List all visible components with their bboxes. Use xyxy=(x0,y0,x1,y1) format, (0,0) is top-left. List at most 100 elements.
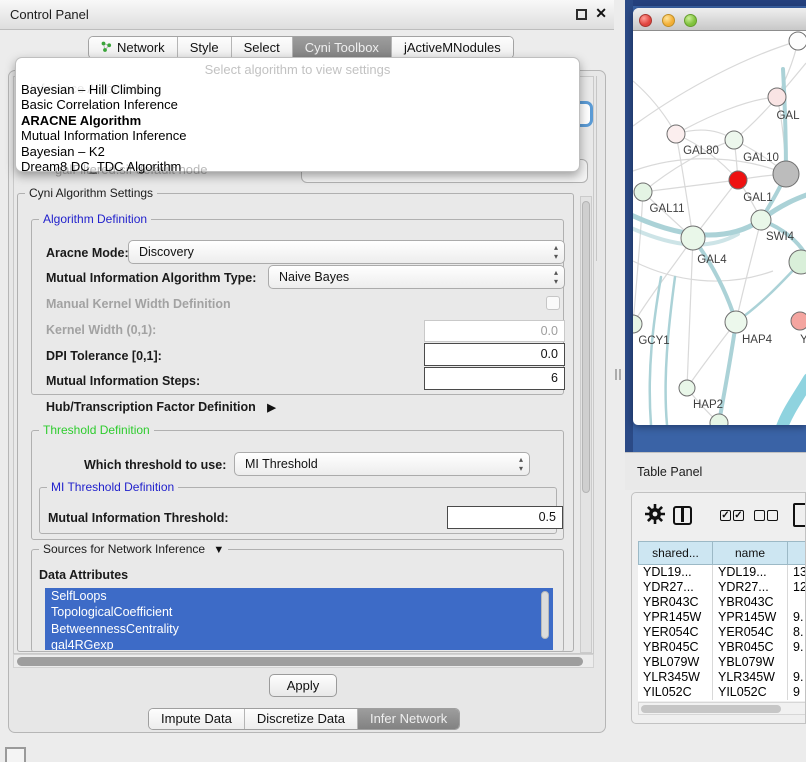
float-panel-icon[interactable] xyxy=(576,9,587,20)
document-icon[interactable] xyxy=(793,503,806,527)
aracne-mode-label: Aracne Mode: xyxy=(46,246,129,260)
network-view-window: GALGAL80GAL10GAL1GAL11SWI4GAL4GCY1HAP4YH… xyxy=(633,8,806,425)
deselect-all-icon[interactable] xyxy=(754,510,765,521)
control-panel-tabs: NetworkStyleSelect Cyni Toolbox jActiveMNo… xyxy=(88,36,514,59)
dpi-tolerance-label: DPI Tolerance [0,1]: xyxy=(46,349,162,363)
close-window-icon[interactable] xyxy=(639,14,652,27)
which-threshold-value: MI Threshold xyxy=(245,457,318,471)
algorithm-option-aracne-algorithm[interactable]: ARACNE Algorithm xyxy=(21,113,574,128)
algorithm-option-bayesian-k2[interactable]: Bayesian – K2 xyxy=(21,144,574,159)
network-node-hap2[interactable] xyxy=(679,380,695,396)
attribute-item-selfloops[interactable]: SelfLoops xyxy=(45,588,553,604)
table-row[interactable]: YER054CYER054C8. xyxy=(638,625,806,640)
deselect-all-icon2[interactable] xyxy=(767,510,778,521)
split-pane-grip[interactable] xyxy=(615,369,621,380)
columns-icon[interactable] xyxy=(673,506,692,525)
attribute-item-topologicalcoefficient[interactable]: TopologicalCoefficient xyxy=(45,604,553,620)
minimized-panel-icon[interactable] xyxy=(5,747,26,762)
attribute-item-gal4rgexp[interactable]: gal4RGexp xyxy=(45,637,553,650)
settings-vertical-thumb[interactable] xyxy=(582,201,590,493)
algorithm-option-basic-correlation-inference[interactable]: Basic Correlation Inference xyxy=(21,97,574,112)
tab-infer-network[interactable]: Infer Network xyxy=(357,709,459,729)
settings-horizontal-scrollbar[interactable] xyxy=(13,654,594,668)
tab-network[interactable]: Network xyxy=(89,37,177,58)
bottom-tabs: Impute DataDiscretize DataInfer Network xyxy=(148,708,460,730)
network-node-gal[interactable] xyxy=(768,88,786,106)
algorithm-option-mutual-information-inference[interactable]: Mutual Information Inference xyxy=(21,128,574,143)
table-cell: YER054C xyxy=(713,625,788,640)
network-canvas[interactable]: GALGAL80GAL10GAL1GAL11SWI4GAL4GCY1HAP4YH… xyxy=(633,31,806,425)
table-horizontal-scrollbar[interactable] xyxy=(638,702,806,715)
which-threshold-combo[interactable]: MI Threshold ▴▾ xyxy=(234,452,530,476)
tab-label: Cyni Toolbox xyxy=(305,37,379,58)
table-row[interactable]: YBR045CYBR045C9. xyxy=(638,640,806,655)
network-node-gal10[interactable] xyxy=(725,131,743,149)
network-node[interactable] xyxy=(789,32,806,50)
mi-threshold-field[interactable]: 0.5 xyxy=(447,506,563,529)
minimize-window-icon[interactable] xyxy=(662,14,675,27)
network-desktop-background: GALGAL80GAL10GAL1GAL11SWI4GAL4GCY1HAP4YH… xyxy=(625,0,806,452)
network-node-gal4[interactable] xyxy=(681,226,705,250)
gear-icon[interactable] xyxy=(644,503,666,525)
close-panel-icon[interactable]: ✕ xyxy=(595,5,607,22)
table-cell: 9 xyxy=(788,685,806,700)
attributes-scrollbar[interactable] xyxy=(541,589,550,649)
mi-type-combo[interactable]: Naive Bayes ▴▾ xyxy=(268,265,565,289)
inner-border-fragment xyxy=(596,76,597,261)
algorithm-option-bayesian-hill-climbing[interactable]: Bayesian – Hill Climbing xyxy=(21,82,574,97)
mi-threshold-label: Mutual Information Threshold: xyxy=(48,511,229,525)
tab-jactivemnodules[interactable]: jActiveMNodules xyxy=(391,37,513,58)
column-header-name[interactable]: name xyxy=(713,541,788,565)
table-row[interactable]: YDL19...YDL19...13 xyxy=(638,565,806,580)
network-node-gal80[interactable] xyxy=(667,125,685,143)
tab-style[interactable]: Style xyxy=(177,37,231,58)
network-node-gal1[interactable] xyxy=(729,171,747,189)
sources-group-title[interactable]: Sources for Network Inference ▼ xyxy=(39,542,228,556)
table-row[interactable]: YIL052CYIL052C9 xyxy=(638,685,806,700)
collapsed-arrow-icon[interactable]: ▶ xyxy=(267,402,275,414)
table-cell: YDR27... xyxy=(713,580,788,595)
network-node[interactable] xyxy=(710,414,728,425)
aracne-mode-combo[interactable]: Discovery ▴▾ xyxy=(128,240,565,264)
zoom-window-icon[interactable] xyxy=(684,14,697,27)
column-header-a[interactable]: A xyxy=(788,541,806,565)
select-all-icon2[interactable]: ✓ xyxy=(733,510,744,521)
kernel-width-label: Kernel Width (0,1): xyxy=(46,323,156,337)
column-header-shared[interactable]: shared... xyxy=(638,541,713,565)
tab-cyni-toolbox[interactable]: Cyni Toolbox xyxy=(292,37,391,58)
network-node[interactable] xyxy=(773,161,799,187)
mi-steps-label: Mutual Information Steps: xyxy=(46,374,200,388)
network-node-y[interactable] xyxy=(791,312,806,330)
table-row[interactable]: YPR145WYPR145W9. xyxy=(638,610,806,625)
desktop-top-strip xyxy=(625,0,806,6)
network-node-hap4[interactable] xyxy=(725,311,747,333)
tab-discretize-data[interactable]: Discretize Data xyxy=(244,709,357,729)
hub-definition-label[interactable]: Hub/Transcription Factor Definition ▶ xyxy=(46,400,276,414)
table-cell: YER054C xyxy=(638,625,713,640)
settings-vertical-scrollbar[interactable] xyxy=(580,196,592,653)
dpi-tolerance-field[interactable]: 0.0 xyxy=(424,343,565,366)
table-row[interactable]: YBL079WYBL079W xyxy=(638,655,806,670)
algorithm-option-dream8-dc-tdc-algorithm[interactable]: Dream8 DC_TDC Algorithm xyxy=(21,159,574,174)
settings-horizontal-thumb[interactable] xyxy=(17,657,583,666)
aracne-mode-value: Discovery xyxy=(139,245,194,259)
cyni-settings-group-title: Cyni Algorithm Settings xyxy=(25,186,157,200)
tab-impute-data[interactable]: Impute Data xyxy=(149,709,244,729)
apply-button[interactable]: Apply xyxy=(269,674,337,697)
tab-label: jActiveMNodules xyxy=(404,37,501,58)
select-all-icon[interactable]: ✓ xyxy=(720,510,731,521)
table-row[interactable]: YBR043CYBR043C xyxy=(638,595,806,610)
attribute-item-betweennesscentrality[interactable]: BetweennessCentrality xyxy=(45,621,553,637)
tab-select[interactable]: Select xyxy=(231,37,292,58)
network-window-titlebar[interactable] xyxy=(633,8,806,31)
table-horizontal-thumb[interactable] xyxy=(641,705,781,713)
attributes-scrollbar-thumb[interactable] xyxy=(541,591,549,639)
network-node-swi4[interactable] xyxy=(751,210,771,230)
table-row[interactable]: YLR345WYLR345W9. xyxy=(638,670,806,685)
network-node-gcy1[interactable] xyxy=(633,315,642,333)
expanded-arrow-icon[interactable]: ▼ xyxy=(213,544,224,556)
mi-steps-field[interactable]: 6 xyxy=(424,367,565,390)
table-row[interactable]: YDR27...YDR27...12 xyxy=(638,580,806,595)
network-node-gal11[interactable] xyxy=(634,183,652,201)
table-panel-body: ✓ ✓ shared...nameA YDL19...YDL19...13YDR… xyxy=(631,492,806,724)
